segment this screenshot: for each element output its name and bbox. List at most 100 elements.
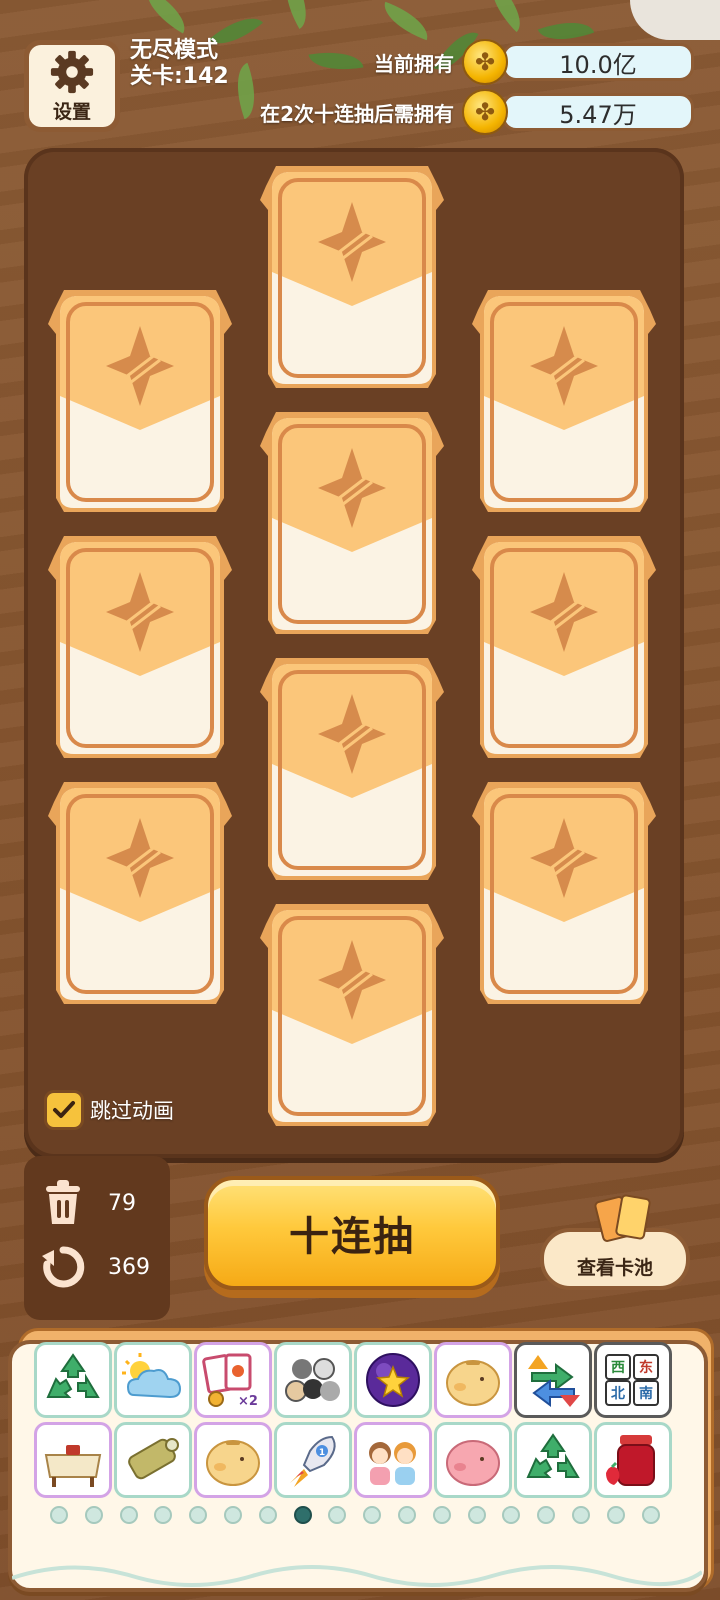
inventory-slot[interactable] — [114, 1422, 192, 1498]
skip-animation-checkbox[interactable] — [44, 1090, 84, 1130]
ten-draw-label: 十连抽 — [289, 1214, 415, 1260]
card-x2-icon: ×2 — [202, 1353, 258, 1409]
card-pool-icon — [593, 1193, 654, 1250]
inventory-slot[interactable] — [354, 1342, 432, 1418]
inventory-slot[interactable] — [354, 1422, 432, 1498]
recycle-icon — [46, 1353, 100, 1398]
coin-icon: ✤ — [462, 89, 508, 135]
inventory-slot[interactable]: 1 — [274, 1422, 352, 1498]
four-point-star-icon — [472, 290, 656, 512]
face-down-card[interactable] — [258, 652, 446, 888]
page-dot[interactable] — [537, 1506, 556, 1524]
four-point-star-icon — [48, 536, 232, 758]
refresh-icon — [42, 1246, 85, 1288]
scroll-icon — [128, 1438, 179, 1480]
page-dot-active[interactable] — [293, 1506, 312, 1524]
counter-panel: 79 369 — [24, 1156, 170, 1320]
inventory-slot[interactable] — [34, 1422, 112, 1498]
face-down-card[interactable] — [470, 284, 658, 520]
page-dot[interactable] — [467, 1506, 486, 1524]
face-down-card[interactable] — [470, 530, 658, 766]
inventory-slot[interactable] — [434, 1422, 512, 1498]
face-down-card[interactable] — [258, 406, 446, 642]
discard-counter[interactable]: 79 — [40, 1178, 136, 1228]
face-down-card[interactable] — [46, 284, 234, 520]
page-dot[interactable] — [119, 1506, 138, 1524]
friends-icon — [369, 1442, 416, 1485]
inventory-slot[interactable] — [594, 1422, 672, 1498]
page-dot[interactable] — [189, 1506, 208, 1524]
page-dot[interactable] — [502, 1506, 521, 1524]
inventory-slot[interactable]: 西东北南 — [594, 1342, 672, 1418]
inventory-slot[interactable] — [274, 1342, 352, 1418]
required-coins-row: 在2次十连抽后需拥有 ✤ 5.47万 — [260, 89, 694, 135]
inventory-slot[interactable] — [34, 1342, 112, 1418]
jam-jar-icon — [606, 1435, 655, 1486]
four-point-star-icon — [260, 904, 444, 1126]
four-point-star-icon — [48, 782, 232, 1004]
swap-arrows-icon — [528, 1355, 580, 1407]
piggy-bank-icon — [206, 1440, 260, 1486]
refresh-counter[interactable]: 369 — [40, 1242, 150, 1292]
view-pool-button[interactable]: 查看卡池 — [540, 1193, 690, 1290]
level-number: 关卡:142 — [130, 64, 229, 89]
current-coins-value: 10.0亿 — [502, 43, 694, 81]
svg-text:北: 北 — [611, 1386, 625, 1402]
mahjong-tiles-icon: 西东北南 — [605, 1354, 659, 1406]
four-point-star-icon — [260, 166, 444, 388]
page-dot[interactable] — [328, 1506, 347, 1524]
face-down-card[interactable] — [470, 776, 658, 1012]
required-coins-label: 在2次十连抽后需拥有 — [260, 101, 454, 126]
discard-count: 79 — [108, 1190, 136, 1216]
face-down-card[interactable] — [46, 530, 234, 766]
piggy-bank-icon — [446, 1360, 500, 1406]
svg-text:×2: ×2 — [238, 1394, 258, 1409]
four-point-star-icon — [472, 536, 656, 758]
skip-animation-toggle[interactable]: 跳过动画 — [44, 1090, 174, 1130]
four-point-star-icon — [48, 290, 232, 512]
inventory-slot[interactable] — [514, 1422, 592, 1498]
cats-icon — [285, 1358, 340, 1402]
plate-decoration — [630, 0, 720, 40]
page-dot[interactable] — [571, 1506, 590, 1524]
mode-name: 无尽模式 — [130, 38, 219, 63]
pink-piggy-icon — [446, 1440, 500, 1486]
star-ball-icon — [366, 1353, 420, 1407]
coin-icon: ✤ — [462, 39, 508, 85]
face-down-card[interactable] — [258, 898, 446, 1134]
check-icon — [53, 1101, 75, 1118]
inventory-slot[interactable] — [114, 1342, 192, 1418]
inventory-slot[interactable]: ×2 — [194, 1342, 272, 1418]
trash-icon — [46, 1180, 80, 1224]
inventory-slot[interactable] — [514, 1342, 592, 1418]
svg-text:东: 东 — [639, 1359, 653, 1376]
page-dot[interactable] — [154, 1506, 173, 1524]
page-dot[interactable] — [397, 1506, 416, 1524]
svg-text:西: 西 — [611, 1360, 625, 1376]
page-dot[interactable] — [258, 1506, 277, 1524]
page-dot[interactable] — [641, 1506, 660, 1524]
current-coins-label: 当前拥有 — [374, 51, 454, 76]
settings-label: 设置 — [52, 100, 91, 123]
inventory-slot[interactable] — [194, 1422, 272, 1498]
page-indicator — [50, 1506, 676, 1524]
rocket-icon: 1 — [290, 1435, 336, 1487]
ten-draw-button[interactable]: 十连抽 — [204, 1176, 500, 1290]
page-dot[interactable] — [223, 1506, 242, 1524]
settings-button[interactable]: 设置 — [24, 40, 120, 132]
refresh-count: 369 — [108, 1254, 150, 1280]
face-down-card[interactable] — [46, 776, 234, 1012]
page-dot[interactable] — [84, 1506, 103, 1524]
page-dot[interactable] — [363, 1506, 382, 1524]
four-point-star-icon — [260, 412, 444, 634]
four-point-star-icon — [260, 658, 444, 880]
face-down-card[interactable] — [258, 160, 446, 396]
page-dot[interactable] — [606, 1506, 625, 1524]
page-dot[interactable] — [50, 1506, 68, 1524]
inventory-slot[interactable] — [434, 1342, 512, 1418]
page-dot[interactable] — [432, 1506, 451, 1524]
tray-wave-decoration — [12, 1565, 702, 1587]
gear-icon — [50, 50, 94, 93]
svg-text:1: 1 — [319, 1448, 325, 1458]
table-icon — [44, 1445, 102, 1487]
